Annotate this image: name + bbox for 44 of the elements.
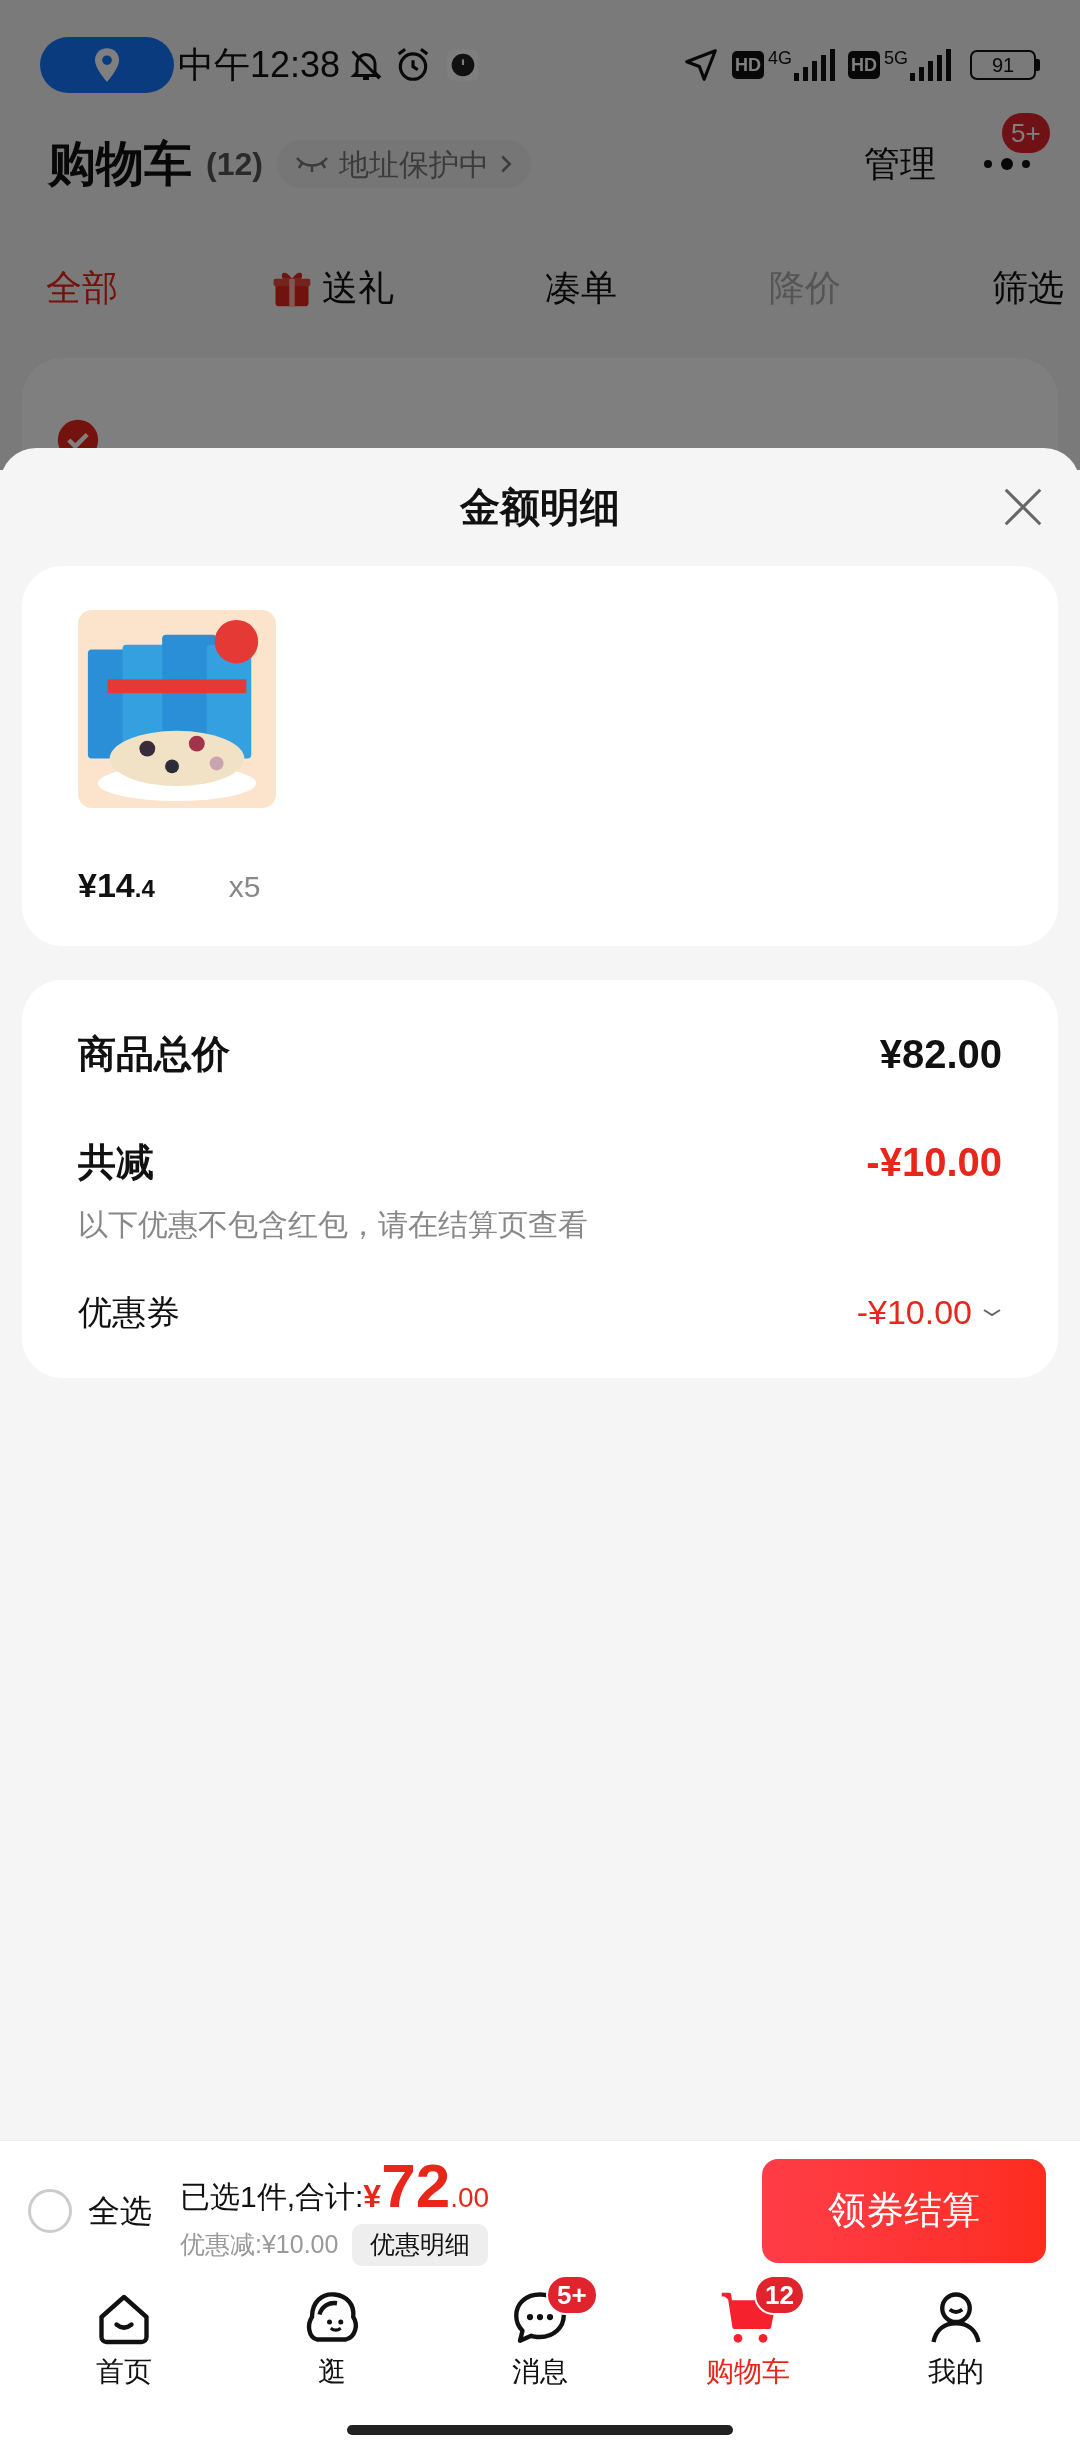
item-count: (12) [206,145,263,184]
summary-label: 商品总价 [78,1031,230,1077]
item-quantity: x5 [228,869,261,905]
sheet-title: 金额明细 [460,484,620,531]
manage-button[interactable]: 管理 [864,137,936,191]
filter-tab[interactable]: 筛选 [992,261,1064,315]
discount-value: -¥10.00 [866,1139,1002,1186]
filter-tab[interactable]: 全部 [46,261,118,315]
address-protection-badge[interactable]: 地址保护中 [276,140,531,188]
nav-tab[interactable]: 逛 [262,2287,402,2393]
total-amount: ¥72.00 [363,2155,490,2220]
summary-value: ¥82.00 [879,1031,1002,1078]
location-pill[interactable] [40,37,174,93]
total-label: 已选1件,合计: [180,2179,364,2215]
chevron-down-icon [982,1306,1002,1319]
chevron-right-icon [498,154,513,174]
discount-details-button[interactable]: 优惠明细 [352,2224,489,2266]
more-dots-icon [982,157,1032,171]
network-type: 5G [884,49,908,67]
notification-badge: 5+ [1002,113,1050,153]
coupon-value[interactable]: -¥10.00 [856,1287,1002,1338]
item-price: ¥14.4 [78,865,155,906]
nav-tab[interactable]: 首页 [54,2287,194,2393]
battery-indicator: 91 [970,50,1036,80]
savings-text: 优惠减:¥10.00 [180,2229,339,2261]
network-type: 4G [767,49,792,67]
location-pin-icon [92,47,122,83]
more-button[interactable] [982,157,1032,171]
checkout-button[interactable]: 领券结算 [762,2158,1046,2263]
nav-tab[interactable]: 我的 [886,2287,1026,2393]
notification-badge: 5+ [546,2275,598,2315]
signal-icon [792,49,836,81]
page-title: 购物车 [48,136,192,192]
filter-tab[interactable]: 凑单 [545,261,617,315]
filter-tab[interactable]: 送礼 [269,261,394,315]
hd-badge: HD [731,51,764,79]
status-time: 中午12:38 [178,43,341,87]
signal-icon [908,49,952,81]
select-all-checkbox[interactable]: 全选 [28,2186,152,2235]
coupon-label: 优惠券 [78,1292,180,1333]
hd-badge: HD [848,51,880,79]
summary-label: 共减 [78,1139,154,1185]
discount-note: 以下优惠不包含红包，请在结算页查看 [78,1207,588,1243]
notification-badge: 12 [754,2275,805,2315]
